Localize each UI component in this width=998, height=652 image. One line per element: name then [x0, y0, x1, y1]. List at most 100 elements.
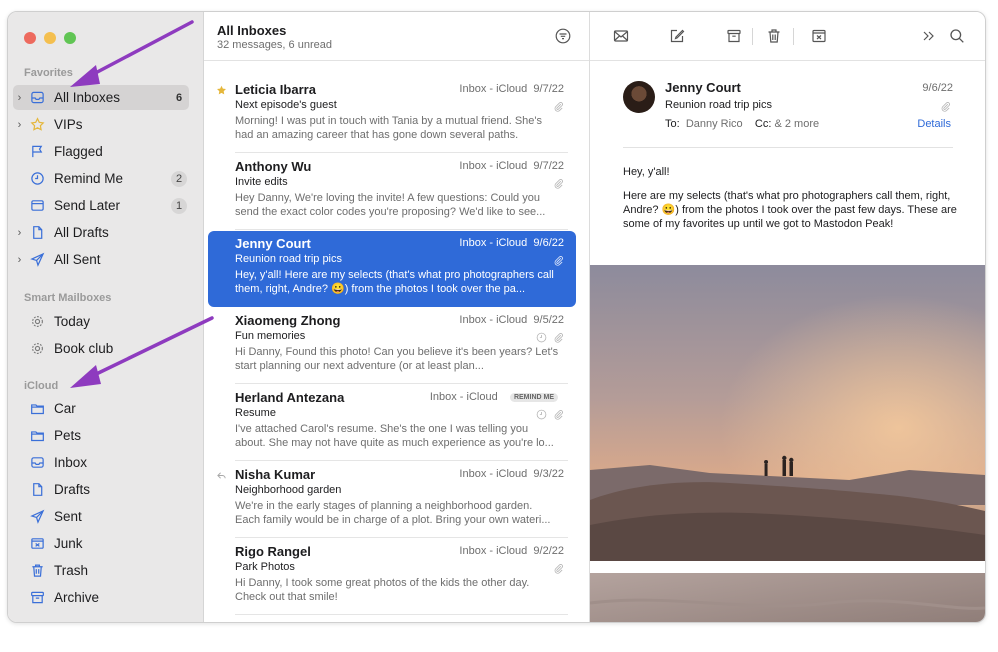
message-row[interactable]: Leticia Ibarra Inbox - iCloud 9/7/22 Nex… [208, 77, 576, 153]
minimize-window-button[interactable] [44, 32, 56, 44]
paper-plane-icon [26, 509, 48, 524]
message-row[interactable]: Nisha Kumar Inbox - iCloud 9/3/22 Neighb… [208, 462, 576, 538]
sidebar-item-label: Pets [54, 428, 82, 443]
cc-label: Cc: [754, 118, 772, 130]
chevron-right-icon[interactable]: › [13, 92, 26, 104]
body-greeting: Hey, y'all! [623, 166, 670, 178]
folder-icon [26, 428, 48, 443]
sidebar: Favorites › All Inboxes 6 › VIPs Flagged… [8, 12, 204, 622]
sidebar-item-today[interactable]: Today [13, 309, 189, 334]
sidebar-item-junk[interactable]: Junk [13, 531, 189, 556]
mail-window: Favorites › All Inboxes 6 › VIPs Flagged… [7, 11, 986, 623]
message-preview: I've attached Carol's resume. She's the … [235, 423, 554, 449]
count-badge: 1 [171, 197, 187, 214]
sender-avatar [623, 81, 655, 113]
details-link[interactable]: Details [917, 118, 951, 130]
message-mailbox: Inbox - iCloud [459, 160, 528, 172]
message-date: 9/5/22 [533, 314, 564, 326]
junk-icon[interactable] [810, 27, 828, 45]
sidebar-item-archive[interactable]: Archive [13, 585, 189, 610]
sidebar-item-label: Remind Me [54, 171, 124, 186]
message-subject: Park Photos [235, 561, 295, 573]
search-icon[interactable] [948, 27, 966, 45]
to-label: To: [665, 118, 680, 130]
sidebar-item-pets[interactable]: Pets [13, 423, 189, 448]
sidebar-item-all-drafts[interactable]: › All Drafts [13, 220, 189, 245]
message-date: 9/7/22 [533, 160, 564, 172]
trash-icon [26, 563, 48, 578]
message-sender: Jenny Court [235, 236, 311, 251]
message-subject: Next episode's guest [235, 99, 337, 111]
sidebar-item-label: Sent [54, 509, 82, 524]
sidebar-item-book-club[interactable]: Book club [13, 336, 189, 361]
sidebar-item-label: VIPs [54, 117, 83, 132]
get-mail-icon[interactable] [612, 27, 630, 45]
chevron-right-icon[interactable]: › [13, 227, 26, 239]
sidebar-item-inbox[interactable]: Inbox [13, 450, 189, 475]
message-preview: Hey, y'all! Here are my selects (that's … [235, 269, 554, 295]
message-preview: We're in the early stages of planning a … [235, 500, 551, 526]
sidebar-item-send-later[interactable]: Send Later 1 [13, 193, 189, 218]
header-divider [623, 147, 953, 148]
message-row[interactable]: Rigo Rangel Inbox - iCloud 9/2/22 Park P… [208, 539, 576, 615]
compose-icon[interactable] [668, 27, 686, 45]
message-sender: Rigo Rangel [235, 544, 311, 559]
attached-photo[interactable] [590, 573, 985, 622]
message-meta: Inbox - iCloud 9/6/22 [459, 237, 564, 249]
message-date: 9/6/22 [533, 237, 564, 249]
message-meta: Inbox - iCloud 9/3/22 [459, 468, 564, 480]
reader-sender: Jenny Court [665, 80, 741, 95]
sidebar-item-flagged[interactable]: Flagged [13, 139, 189, 164]
chevron-right-icon[interactable]: › [13, 119, 26, 131]
cc-recipients[interactable]: & 2 more [774, 118, 819, 130]
document-icon [26, 225, 48, 240]
message-row-selected[interactable]: Jenny Court Inbox - iCloud 9/6/22 Reunio… [208, 231, 576, 307]
sidebar-item-trash[interactable]: Trash [13, 558, 189, 583]
sidebar-item-label: Flagged [54, 144, 103, 159]
attached-photo[interactable] [590, 265, 985, 561]
count-badge: 2 [171, 170, 187, 187]
sidebar-item-all-inboxes[interactable]: › All Inboxes 6 [13, 85, 189, 110]
mailbox-title: All Inboxes [217, 23, 287, 38]
sidebar-item-sent[interactable]: Sent [13, 504, 189, 529]
message-sender: Leticia Ibarra [235, 82, 316, 97]
message-subject: Reunion road trip pics [235, 253, 343, 265]
replied-arrow-icon [216, 468, 227, 479]
message-sender: Xiaomeng Zhong [235, 313, 341, 328]
sidebar-item-remind-me[interactable]: Remind Me 2 [13, 166, 189, 191]
message-row[interactable]: Anthony Wu Inbox - iCloud 9/7/22 Invite … [208, 154, 576, 230]
message-meta: Inbox - iCloud 9/5/22 [459, 314, 564, 326]
message-body: Hey, y'all! Here are my selects (that's … [623, 165, 973, 241]
archive-icon[interactable] [725, 27, 743, 45]
filter-icon[interactable] [555, 28, 571, 44]
chevron-right-icon[interactable]: › [13, 254, 26, 266]
sidebar-item-vips[interactable]: › VIPs [13, 112, 189, 137]
gear-folder-icon [26, 341, 48, 356]
send-later-icon [26, 198, 48, 213]
sidebar-item-label: Send Later [54, 198, 121, 213]
recipients: To: Danny Rico Cc: & 2 more [665, 118, 819, 130]
more-chevrons-icon[interactable] [920, 27, 938, 45]
vip-star-icon [216, 83, 227, 95]
trash-icon[interactable] [765, 27, 783, 45]
remind-me-badge: REMIND ME [509, 393, 558, 402]
message-meta: Inbox - iCloud REMIND ME [430, 391, 564, 403]
message-row[interactable]: Herland Antezana Inbox - iCloud REMIND M… [208, 385, 576, 461]
to-recipient[interactable]: Danny Rico [686, 118, 743, 130]
sidebar-item-all-sent[interactable]: › All Sent [13, 247, 189, 272]
zoom-window-button[interactable] [64, 32, 76, 44]
message-mailbox: Inbox - iCloud [459, 468, 528, 480]
message-subject: Fun memories [235, 330, 306, 342]
sidebar-item-label: Junk [54, 536, 83, 551]
archive-icon [26, 590, 48, 605]
sidebar-item-label: All Drafts [54, 225, 109, 240]
reader-date: 9/6/22 [922, 82, 953, 94]
message-row[interactable]: Xiaomeng Zhong Inbox - iCloud 9/5/22 Fun… [208, 308, 576, 384]
sidebar-item-car[interactable]: Car [13, 396, 189, 421]
message-list: All Inboxes 32 messages, 6 unread Letici… [204, 12, 590, 622]
message-sender: Nisha Kumar [235, 467, 316, 482]
sidebar-item-drafts[interactable]: Drafts [13, 477, 189, 502]
sidebar-item-label: Book club [54, 341, 114, 356]
folder-icon [26, 401, 48, 416]
close-window-button[interactable] [24, 32, 36, 44]
